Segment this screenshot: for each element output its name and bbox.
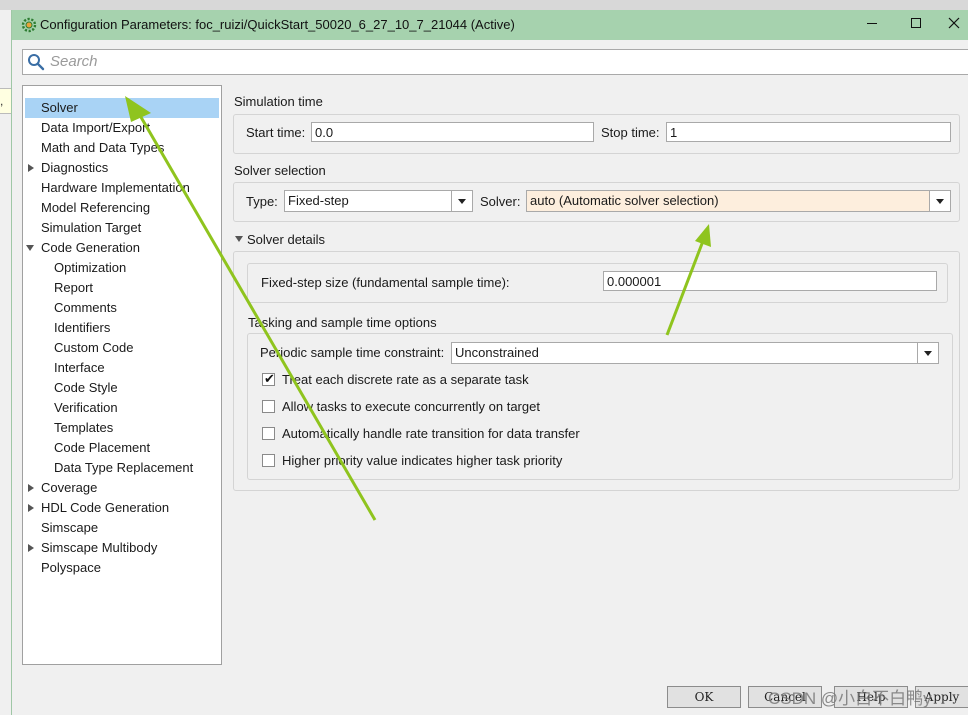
- annotation-arrow-solver: [125, 96, 377, 521]
- annotation-overlay: [125, 96, 711, 521]
- annotation-arrow-solver-dropdown: [665, 224, 711, 336]
